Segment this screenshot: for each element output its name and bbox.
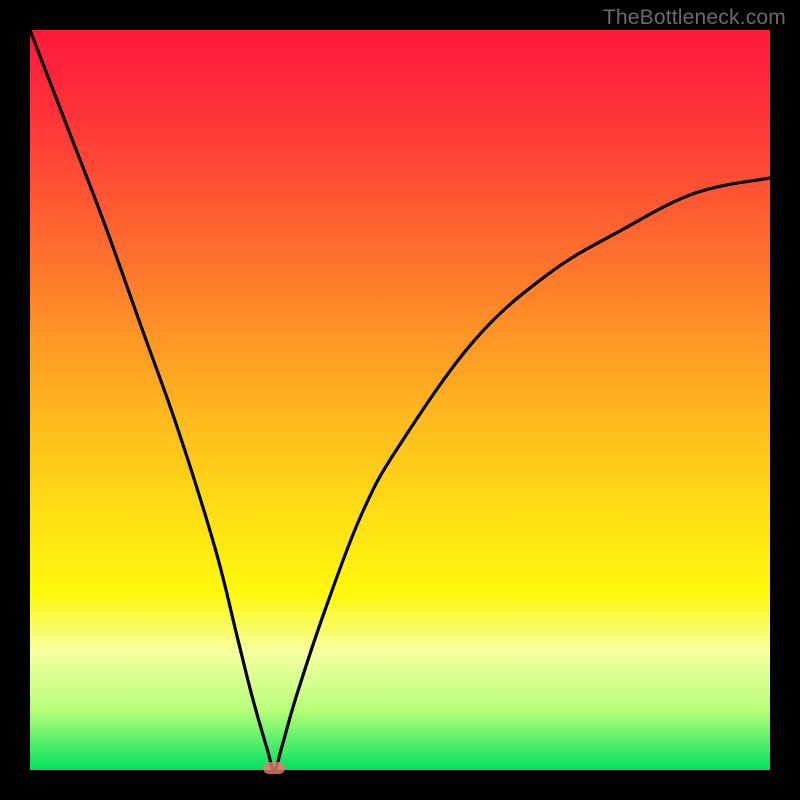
chart-frame: TheBottleneck.com [0,0,800,800]
bottleneck-curve [30,30,770,770]
optimum-marker [263,762,285,774]
watermark-text: TheBottleneck.com [603,6,786,30]
plot-area [30,30,770,770]
